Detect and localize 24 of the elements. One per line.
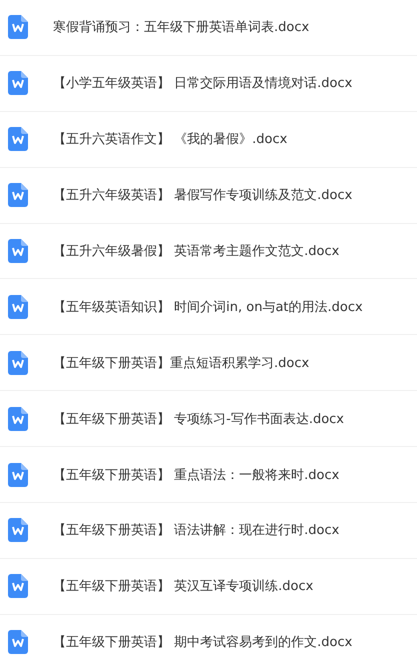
file-name[interactable]: 【五升六英语作文】 《我的暑假》.docx xyxy=(53,130,288,148)
word-document-icon xyxy=(8,183,28,208)
word-document-icon xyxy=(8,350,28,375)
word-document-icon xyxy=(8,518,28,542)
file-name[interactable]: 【五升六年级英语】 暑假写作专项训练及范文.docx xyxy=(53,186,352,204)
word-document-icon xyxy=(8,406,28,431)
word-document-icon xyxy=(8,127,28,152)
file-name[interactable]: 【五年级下册英语】 期中考试容易考到的作文.docx xyxy=(53,633,352,652)
file-name[interactable]: 【五升六年级暑假】 英语常考主题作文范文.docx xyxy=(53,242,340,260)
file-name[interactable]: 【五年级英语知识】 时间介词in, on与at的用法.docx xyxy=(53,298,363,316)
file-name[interactable]: 【五年级下册英语】 重点语法：一般将来时.docx xyxy=(53,466,340,484)
word-document-icon xyxy=(8,239,28,263)
file-name[interactable]: 【五年级下册英语】 语法讲解：现在进行时.docx xyxy=(53,521,340,540)
word-document-icon xyxy=(8,630,28,654)
word-document-icon xyxy=(8,294,28,319)
file-name[interactable]: 【五年级下册英语】 英汉互译专项训练.docx xyxy=(53,577,314,596)
file-name[interactable]: 【五年级下册英语】 专项练习-写作书面表达.docx xyxy=(53,410,344,428)
word-document-icon xyxy=(8,71,28,96)
file-name[interactable]: 【小学五年级英语】 日常交际用语及情境对话.docx xyxy=(53,74,352,92)
word-document-icon xyxy=(8,574,28,598)
word-document-icon xyxy=(8,15,28,40)
word-document-icon xyxy=(8,462,28,487)
file-name[interactable]: 寒假背诵预习：五年级下册英语单词表.docx xyxy=(53,18,310,36)
file-name[interactable]: 【五年级下册英语】重点短语积累学习.docx xyxy=(53,354,310,372)
